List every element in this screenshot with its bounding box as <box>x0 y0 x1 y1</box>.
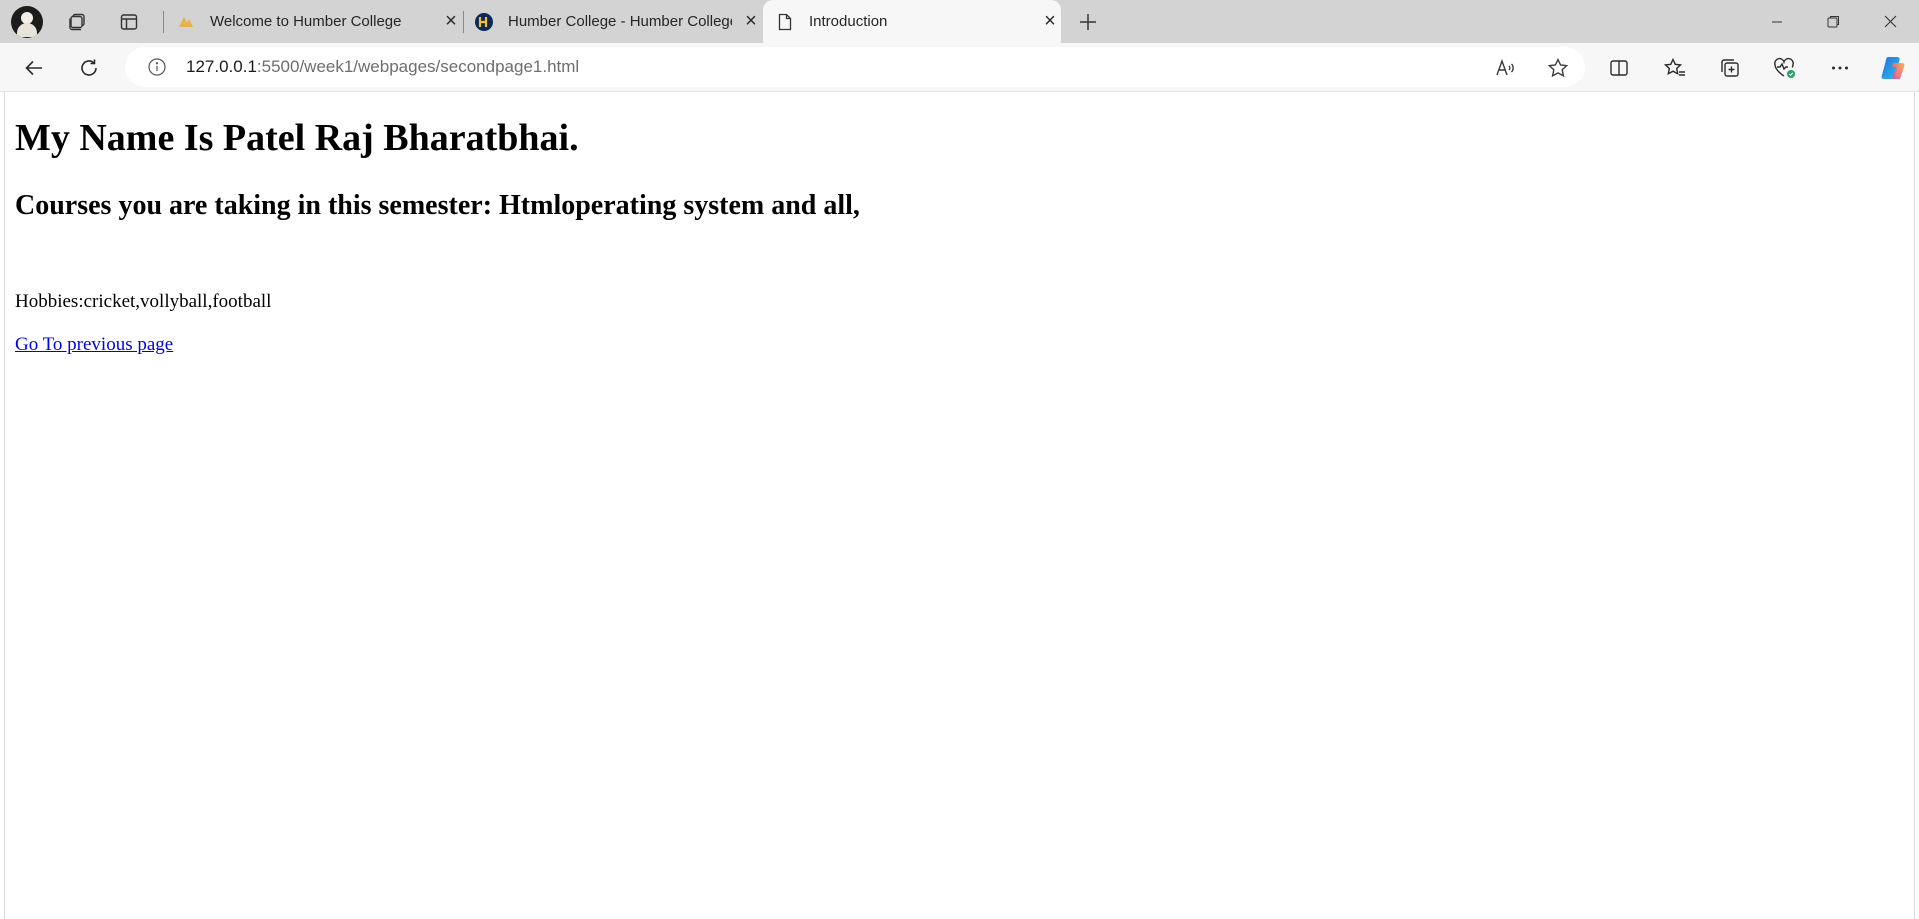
restore-icon[interactable] <box>1805 0 1861 43</box>
humber-h-icon <box>474 12 494 32</box>
tab-title: Humber College - Humber College <box>508 13 732 30</box>
new-tab-icon[interactable] <box>1071 6 1105 38</box>
page-viewport: My Name Is Patel Raj Bharatbhai. Courses… <box>4 92 1915 919</box>
courses-heading: Courses you are taking in this semester:… <box>15 190 860 221</box>
profile-avatar[interactable] <box>11 6 43 38</box>
close-window-icon[interactable] <box>1862 0 1918 43</box>
page-icon <box>775 12 795 32</box>
split-screen-icon[interactable] <box>1601 50 1637 86</box>
more-options-icon[interactable] <box>1822 50 1858 86</box>
tab-title: Introduction <box>809 13 888 30</box>
tab-welcome-humber[interactable]: Welcome to Humber College × <box>172 0 462 43</box>
tab-title: Welcome to Humber College <box>210 13 402 30</box>
vertical-tabs-icon[interactable] <box>112 6 146 38</box>
url-text[interactable]: 127.0.0.1:5500/week1/webpages/secondpage… <box>186 57 579 77</box>
address-bar[interactable]: 127.0.0.1:5500/week1/webpages/secondpage… <box>125 47 1585 87</box>
browser-toolbar: 127.0.0.1:5500/week1/webpages/secondpage… <box>0 43 1919 92</box>
tab-separator <box>463 11 464 33</box>
minimize-icon[interactable] <box>1749 0 1805 43</box>
collections-icon[interactable] <box>1712 50 1748 86</box>
url-host: 127.0.0.1 <box>186 57 257 76</box>
tab-separator <box>163 11 164 33</box>
back-icon[interactable] <box>16 50 52 86</box>
copilot-icon[interactable] <box>1875 50 1911 86</box>
tab-introduction[interactable]: Introduction × <box>763 0 1061 43</box>
site-info-icon[interactable] <box>145 55 169 79</box>
read-aloud-icon[interactable] <box>1490 53 1520 83</box>
favorites-icon[interactable] <box>1657 50 1693 86</box>
browser-essentials-icon[interactable] <box>1767 50 1803 86</box>
page-heading: My Name Is Patel Raj Bharatbhai. <box>15 117 579 159</box>
tab-humber-college[interactable]: Humber College - Humber College × <box>470 0 762 43</box>
close-tab-icon[interactable]: × <box>740 10 762 33</box>
workspaces-icon[interactable] <box>60 6 94 38</box>
hobbies-text: Hobbies:cricket,vollyball,football <box>15 291 272 312</box>
previous-page-link[interactable]: Go To previous page <box>15 334 173 356</box>
favorite-star-icon[interactable] <box>1543 53 1573 83</box>
close-tab-icon[interactable]: × <box>1039 10 1061 33</box>
close-tab-icon[interactable]: × <box>440 10 462 33</box>
tab-strip: Welcome to Humber College × Humber Colle… <box>0 0 1919 43</box>
url-path: :5500/week1/webpages/secondpage1.html <box>256 57 580 76</box>
refresh-icon[interactable] <box>71 50 107 86</box>
humber-logo-icon <box>176 12 196 32</box>
